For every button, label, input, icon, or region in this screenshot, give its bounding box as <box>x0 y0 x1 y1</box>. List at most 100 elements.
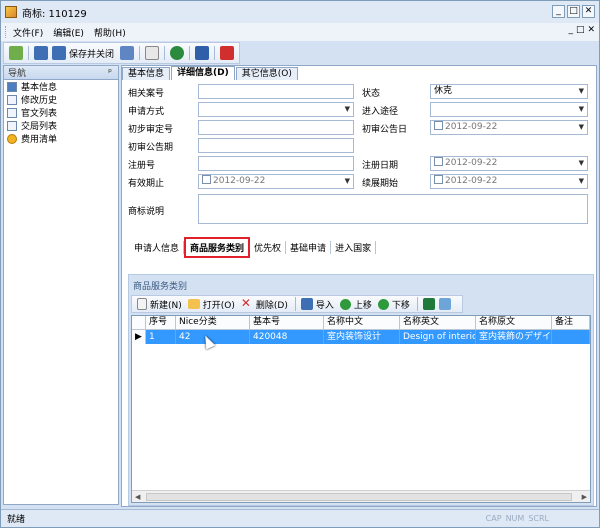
prelim-period-field[interactable] <box>198 138 354 153</box>
menu-file[interactable]: 文件(F) <box>13 26 43 39</box>
nav-item-fees[interactable]: 费用清单 <box>4 132 118 145</box>
info-icon[interactable] <box>170 46 184 60</box>
tab-detail-info[interactable]: 详细信息(D) <box>171 66 235 80</box>
save-as-icon[interactable] <box>120 46 134 60</box>
import-button[interactable]: 导入 <box>316 298 334 311</box>
cell-name-en[interactable]: Design of interic <box>400 330 476 344</box>
excel-icon[interactable] <box>423 298 435 310</box>
chevron-down-icon: ▼ <box>579 175 584 188</box>
refresh-icon[interactable] <box>9 46 23 60</box>
doc-icon <box>7 82 17 92</box>
prelim-period-label: 初审公告期 <box>128 140 173 153</box>
mdi-restore-button[interactable]: □ <box>576 25 585 35</box>
mdi-close-button[interactable]: ✕ <box>587 25 595 35</box>
prelim-no-field[interactable] <box>198 120 354 135</box>
menu-edit[interactable]: 编辑(E) <box>53 26 84 39</box>
move-up-button[interactable]: 上移 <box>354 298 372 311</box>
chevron-down-icon: ▼ <box>579 85 584 98</box>
caps-indicator: CAP <box>486 514 502 523</box>
minimize-button[interactable]: _ <box>552 5 565 18</box>
delete-button[interactable]: 删除(D) <box>256 298 288 311</box>
tab-strip: 基本信息 详细信息(D) 其它信息(O) <box>122 66 299 80</box>
reg-no-label: 注册号 <box>128 158 155 171</box>
col-name-en[interactable]: 名称英文 <box>400 316 476 329</box>
date-checkbox[interactable] <box>434 157 443 166</box>
date-checkbox[interactable] <box>202 175 211 184</box>
status-bar: 就绪 CAP NUM SCRL <box>1 509 599 527</box>
delete-icon: ✕ <box>241 297 253 311</box>
tab-other-info[interactable]: 其它信息(O) <box>236 67 298 80</box>
reg-no-field[interactable] <box>198 156 354 171</box>
cell-remark[interactable] <box>552 330 590 344</box>
menu-grip <box>5 26 9 38</box>
apply-method-label: 申请方式 <box>128 104 164 117</box>
subtab-goods-services[interactable]: 商品服务类别 <box>184 237 250 258</box>
scroll-left-icon[interactable]: ◀ <box>135 491 140 503</box>
related-case-field[interactable] <box>198 84 354 99</box>
prelim-date-label: 初审公告日 <box>362 122 407 135</box>
nav-item-history[interactable]: 修改历史 <box>4 93 118 106</box>
col-seq[interactable]: 序号 <box>146 316 176 329</box>
row-header-corner <box>132 316 146 329</box>
export-icon[interactable] <box>439 298 451 310</box>
tab-basic-info[interactable]: 基本信息 <box>122 67 170 80</box>
col-name-cn[interactable]: 名称中文 <box>324 316 400 329</box>
status-label: 状态 <box>362 86 380 99</box>
renew-start-picker[interactable]: 2012-09-22▼ <box>430 174 588 189</box>
col-base-no[interactable]: 基本号 <box>250 316 324 329</box>
scroll-thumb[interactable] <box>146 493 572 501</box>
row-pointer-icon: ▶ <box>132 330 146 344</box>
apply-method-select[interactable]: ▼ <box>198 102 354 117</box>
coin-icon <box>7 134 17 144</box>
prelim-no-label: 初步审定号 <box>128 122 173 135</box>
nav-item-basic-info[interactable]: 基本信息 <box>4 80 118 93</box>
horizontal-scrollbar[interactable]: ◀ ▶ <box>132 490 590 502</box>
pin-icon[interactable]: ᵖ <box>108 68 112 78</box>
book-icon[interactable] <box>195 46 209 60</box>
main-toolbar: 保存并关闭 <box>3 42 240 64</box>
move-down-button[interactable]: 下移 <box>392 298 410 311</box>
app-window: 商标: 110129 _ □ ✕ 文件(F) 编辑(E) 帮助(H) _ □ ✕… <box>0 0 600 528</box>
col-remark[interactable]: 备注 <box>552 316 590 329</box>
save-icon[interactable] <box>34 46 48 60</box>
subtab-base-application[interactable]: 基础申请 <box>286 241 331 254</box>
col-name-orig[interactable]: 名称原文 <box>476 316 552 329</box>
nav-item-transactions[interactable]: 交局列表 <box>4 119 118 132</box>
reg-date-picker[interactable]: 2012-09-22▼ <box>430 156 588 171</box>
nav-header: 导航 ᵖ <box>4 66 118 80</box>
subtab-priority[interactable]: 优先权 <box>250 241 286 254</box>
open-button[interactable]: 打开(O) <box>203 298 235 311</box>
save-close-icon[interactable] <box>52 46 66 60</box>
date-checkbox[interactable] <box>434 121 443 130</box>
menu-help[interactable]: 帮助(H) <box>94 26 126 39</box>
cell-name-cn[interactable]: 室内装饰设计 <box>324 330 400 344</box>
cell-name-orig[interactable]: 室内装飾のデザイ <box>476 330 552 344</box>
subtab-countries[interactable]: 进入国家 <box>331 241 376 254</box>
new-button[interactable]: 新建(N) <box>150 298 182 311</box>
entry-route-select[interactable]: ▼ <box>430 102 588 117</box>
chevron-down-icon: ▼ <box>579 121 584 134</box>
document-icon[interactable] <box>145 46 159 60</box>
main-panel: 基本信息 详细信息(D) 其它信息(O) 相关案号 状态 休克▼ 申请方式 ▼ … <box>121 65 597 507</box>
mdi-minimize-button[interactable]: _ <box>568 25 573 35</box>
valid-until-label: 有效期止 <box>128 176 164 189</box>
prelim-date-picker[interactable]: 2012-09-22▼ <box>430 120 588 135</box>
save-close-button[interactable]: 保存并关闭 <box>69 47 114 60</box>
subtab-applicant[interactable]: 申请人信息 <box>130 241 184 254</box>
close-button[interactable]: ✕ <box>582 5 595 18</box>
valid-until-picker[interactable]: 2012-09-22▼ <box>198 174 354 189</box>
tm-desc-field[interactable] <box>198 194 588 224</box>
col-nice[interactable]: Nice分类 <box>176 316 250 329</box>
nav-item-official-docs[interactable]: 官文列表 <box>4 106 118 119</box>
cell-base-no[interactable]: 420048 <box>250 330 324 344</box>
cell-seq[interactable]: 1 <box>146 330 176 344</box>
maximize-button[interactable]: □ <box>567 5 580 18</box>
folder-icon <box>188 299 200 309</box>
status-select[interactable]: 休克▼ <box>430 84 588 99</box>
arrow-up-icon <box>340 299 351 310</box>
tm-desc-label: 商标说明 <box>128 204 164 217</box>
date-checkbox[interactable] <box>434 175 443 184</box>
scroll-right-icon[interactable]: ▶ <box>582 491 587 503</box>
delete-icon[interactable] <box>220 46 234 60</box>
menu-bar: 文件(F) 编辑(E) 帮助(H) _ □ ✕ <box>1 23 599 41</box>
